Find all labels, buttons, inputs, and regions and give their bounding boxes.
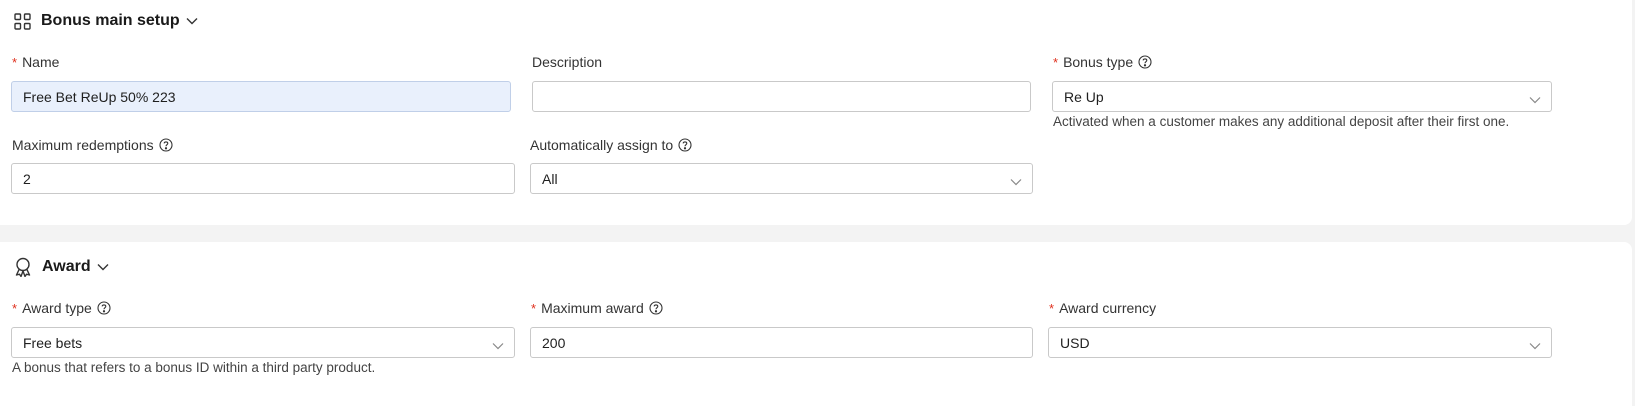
max-award-label-text: Maximum award (541, 300, 644, 316)
auto-assign-label: Automatically assign to (530, 136, 692, 154)
max-award-label: * Maximum award (531, 299, 663, 317)
award-type-label: * Award type (12, 299, 111, 317)
chevron-down-icon (1010, 173, 1022, 189)
award-type-select[interactable]: Free bets (11, 327, 515, 358)
bonus-type-label-text: Bonus type (1063, 54, 1134, 70)
bonus-main-setup-header[interactable]: Bonus main setup (14, 9, 198, 33)
help-circle-icon[interactable] (1138, 55, 1152, 69)
help-circle-icon[interactable] (649, 301, 663, 315)
description-input[interactable] (532, 81, 1031, 112)
description-label: Description (532, 53, 602, 71)
description-label-text: Description (532, 54, 603, 70)
max-redemptions-input[interactable]: 2 (11, 163, 515, 194)
chevron-down-icon (1529, 91, 1541, 107)
required-marker: * (1049, 300, 1055, 316)
award-header[interactable]: Award (14, 255, 109, 279)
name-label: * Name (12, 53, 59, 71)
required-marker: * (12, 54, 18, 70)
max-redemptions-label-text: Maximum redemptions (12, 137, 154, 153)
award-type-select-value: Free bets (23, 334, 83, 351)
chevron-down-icon[interactable] (97, 263, 109, 271)
chevron-down-icon (492, 337, 504, 353)
bonus-type-select-value: Re Up (1064, 88, 1104, 105)
name-label-text: Name (22, 54, 60, 70)
bonus-type-label: * Bonus type (1053, 53, 1152, 71)
help-circle-icon[interactable] (678, 138, 692, 152)
required-marker: * (1053, 54, 1059, 70)
grid-icon (14, 12, 31, 30)
bonus-main-setup-section: Bonus main setup * Name Free Bet ReUp 50… (0, 0, 1632, 225)
max-redemptions-label: Maximum redemptions (12, 136, 173, 154)
award-type-label-text: Award type (22, 300, 92, 316)
section-title: Award (42, 258, 91, 275)
help-circle-icon[interactable] (97, 301, 111, 315)
help-circle-icon[interactable] (159, 138, 173, 152)
name-input-value: Free Bet ReUp 50% 223 (23, 88, 176, 105)
award-section: Award * Award type Free bets A bonus tha… (0, 242, 1632, 406)
chevron-down-icon[interactable] (186, 17, 198, 25)
award-currency-select[interactable]: USD (1048, 327, 1552, 358)
name-input[interactable]: Free Bet ReUp 50% 223 (11, 81, 511, 112)
chevron-down-icon (1529, 337, 1541, 353)
max-redemptions-value: 2 (23, 170, 31, 187)
auto-assign-label-text: Automatically assign to (530, 137, 674, 153)
award-currency-label-text: Award currency (1059, 300, 1157, 316)
auto-assign-select-value: All (542, 170, 558, 187)
bonus-type-hint: Activated when a customer makes any addi… (1053, 114, 1510, 129)
required-marker: * (531, 300, 537, 316)
award-ribbon-icon (14, 257, 32, 277)
auto-assign-select[interactable]: All (530, 163, 1033, 194)
bonus-type-select[interactable]: Re Up (1052, 81, 1552, 112)
max-award-input[interactable]: 200 (530, 327, 1033, 358)
award-type-hint: A bonus that refers to a bonus ID within… (12, 360, 376, 375)
max-award-value: 200 (542, 334, 566, 351)
section-title: Bonus main setup (41, 12, 180, 29)
award-currency-select-value: USD (1060, 334, 1090, 351)
award-currency-label: * Award currency (1049, 299, 1156, 317)
required-marker: * (12, 300, 18, 316)
